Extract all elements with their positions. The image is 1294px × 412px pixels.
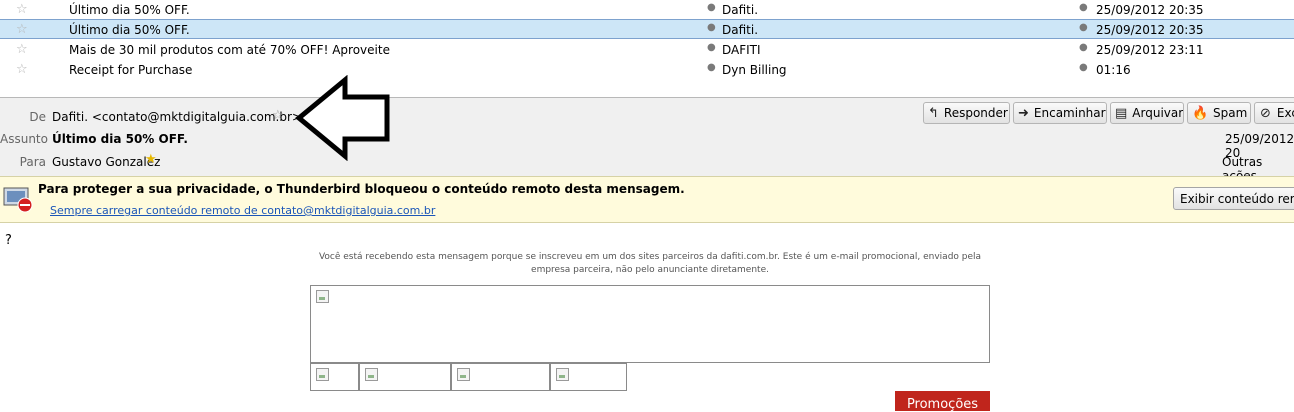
notice-text: Para proteger a sua privacidade, o Thund… (38, 182, 685, 196)
promotions-button[interactable]: Promoções (895, 391, 990, 412)
broken-image-banner[interactable] (310, 285, 990, 363)
message-date: 25/09/2012 20:35 (1096, 23, 1204, 37)
message-row[interactable]: ☆ Receipt for Purchase ● Dyn Billing ● 0… (0, 60, 1294, 80)
bullet-icon: ● (1079, 62, 1088, 73)
forward-icon: ➜ (1018, 105, 1029, 121)
message-subject: Mais de 30 mil produtos com até 70% OFF!… (69, 43, 390, 57)
bullet-icon: ● (707, 62, 716, 73)
message-date: 01:16 (1096, 63, 1131, 77)
delete-icon: ⊘ (1260, 105, 1271, 121)
message-subject: Receipt for Purchase (69, 63, 193, 77)
star-icon[interactable]: ☆ (16, 62, 28, 77)
spam-button[interactable]: 🔥 Spam (1187, 102, 1251, 124)
delete-button[interactable]: ⊘ Exc (1254, 102, 1294, 124)
broken-image-icon (365, 368, 378, 381)
bullet-icon: ● (707, 2, 716, 13)
message-header-pane: De Dafiti. <contato@mktdigitalguia.com.b… (0, 75, 1294, 183)
blocked-image-icon (3, 187, 33, 213)
reply-button[interactable]: ↰ Responder (923, 102, 1010, 124)
broken-image-tile[interactable] (359, 363, 451, 391)
message-date: 25/09/2012 23:11 (1096, 43, 1204, 57)
message-list: ☆ Último dia 50% OFF. ● Dafiti. ● 25/09/… (0, 0, 1294, 97)
archive-icon: ▤ (1115, 105, 1128, 121)
message-row[interactable]: ☆ Mais de 30 mil produtos com até 70% OF… (0, 40, 1294, 60)
show-remote-content-button[interactable]: Exibir conteúdo remoto (1173, 187, 1294, 210)
from-value[interactable]: Dafiti. <contato@mktdigitalguia.com.br> (52, 110, 302, 124)
message-subject: Último dia 50% OFF. (69, 23, 190, 37)
broken-image-icon (457, 368, 470, 381)
bullet-icon: ● (1079, 22, 1088, 33)
star-icon[interactable]: ☆ (16, 2, 28, 17)
message-subject: Último dia 50% OFF. (69, 3, 190, 17)
star-icon[interactable]: ☆ (16, 42, 28, 57)
star-icon[interactable]: ★ (145, 152, 157, 167)
reply-icon: ↰ (928, 105, 939, 121)
message-sender: DAFITI (722, 43, 761, 57)
message-sender: Dafiti. (722, 3, 759, 17)
broken-image-tile[interactable] (310, 363, 359, 391)
promo-disclaimer: Você está recebendo esta mensagem porque… (318, 252, 982, 275)
to-label: Para (19, 155, 46, 169)
bullet-icon: ● (707, 22, 716, 33)
message-row[interactable]: ☆ Último dia 50% OFF. ● Dafiti. ● 25/09/… (0, 0, 1294, 20)
message-date: 25/09/2012 20:35 (1096, 3, 1204, 17)
message-sender: Dyn Billing (722, 63, 787, 77)
remote-content-notice: Para proteger a sua privacidade, o Thund… (0, 176, 1294, 223)
bullet-icon: ● (707, 42, 716, 53)
bullet-icon: ● (1079, 2, 1088, 13)
subject-value: Último dia 50% OFF. (52, 132, 188, 146)
star-icon[interactable]: ☆ (272, 108, 284, 123)
star-icon[interactable]: ☆ (16, 22, 28, 37)
message-sender: Dafiti. (722, 23, 759, 37)
broken-image-tile[interactable] (550, 363, 627, 391)
broken-image-tile[interactable] (451, 363, 550, 391)
broken-image-icon (556, 368, 569, 381)
archive-button[interactable]: ▤ Arquivar (1110, 102, 1184, 124)
always-load-remote-link[interactable]: Sempre carregar conteúdo remoto de conta… (50, 204, 435, 217)
body-question-mark: ? (5, 233, 12, 248)
bullet-icon: ● (1079, 42, 1088, 53)
spam-icon: 🔥 (1192, 105, 1209, 121)
forward-button[interactable]: ➜ Encaminhar (1013, 102, 1107, 124)
broken-image-icon (316, 368, 329, 381)
from-label: De (29, 110, 46, 124)
message-row-selected[interactable]: ☆ Último dia 50% OFF. ● Dafiti. ● 25/09/… (0, 19, 1294, 39)
broken-image-icon (316, 290, 329, 303)
subject-label: Assunto (0, 132, 48, 146)
arrow-annotation-icon (295, 75, 390, 161)
